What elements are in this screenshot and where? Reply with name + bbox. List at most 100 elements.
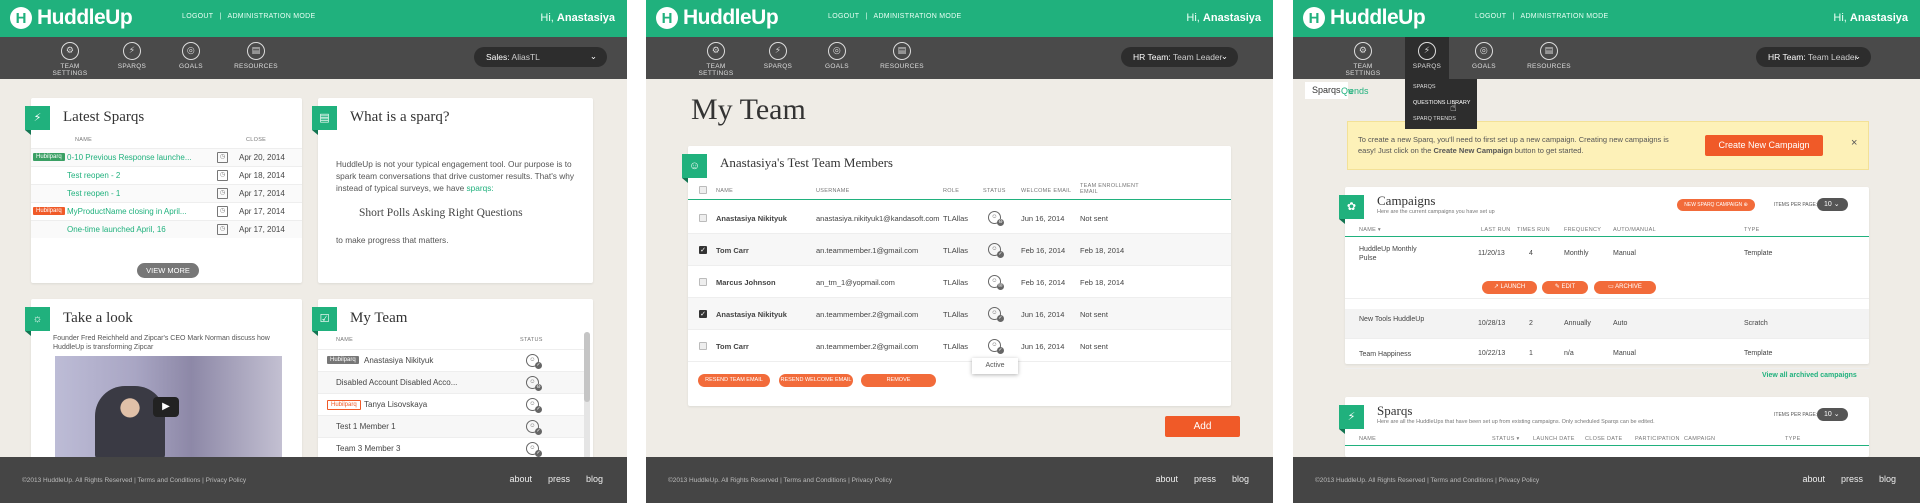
remove-button[interactable]: REMOVE <box>861 374 936 387</box>
menu-item-sparqs[interactable]: SPARQS <box>1413 84 1436 90</box>
table-row[interactable]: ✓ Anastasiya Nikityuk an.teammember.2@gmai… <box>688 298 1231 330</box>
select-all-checkbox[interactable] <box>699 186 707 194</box>
edit-button[interactable]: ✎ EDIT <box>1542 281 1588 294</box>
sparq-name-link[interactable]: MyProductName closing in April... <box>67 207 187 216</box>
table-row[interactable]: Marcus Johnson an_tm_1@yopmail.com TLAllas… <box>688 266 1231 298</box>
view-archived-link[interactable]: View all archived campaigns <box>1762 372 1857 379</box>
row-checkbox[interactable] <box>699 214 707 222</box>
table-row[interactable]: Hubilparq 0-10 Previous Response launche.… <box>31 148 302 166</box>
user-status-icon[interactable]: ☺ ⊖ <box>988 211 1004 226</box>
play-icon[interactable]: ▶ <box>153 397 179 417</box>
nav-goals[interactable]: ◎ GOALS <box>822 37 852 79</box>
logout-link[interactable]: LOGOUT <box>182 13 213 20</box>
row-checkbox[interactable] <box>699 278 707 286</box>
logo[interactable]: H HuddleUp <box>10 6 133 30</box>
list-item[interactable]: Test 1 Member 1 ☺ ✓ <box>318 415 584 437</box>
resend-team-email-button[interactable]: RESEND TEAM EMAIL <box>698 374 770 387</box>
table-row[interactable]: Team Happiness 10/22/13 1 n/a Manual Template <box>1345 339 1869 369</box>
sparq-name-link[interactable]: 0-10 Previous Response launche... <box>67 153 192 162</box>
items-per-page-select[interactable]: 10 ⌄ <box>1817 198 1848 211</box>
items-per-page-select[interactable]: 10 ⌄ <box>1817 408 1848 421</box>
admin-mode-link[interactable]: ADMINISTRATION MODE <box>1520 13 1608 20</box>
row-checkbox[interactable]: ✓ <box>699 310 707 318</box>
table-row[interactable]: Tom Carr an.teammember.2@gmail.com TLAllas… <box>688 330 1231 362</box>
admin-mode-link[interactable]: ADMINISTRATION MODE <box>873 13 961 20</box>
campaign-name[interactable]: Team Happiness <box>1359 350 1429 359</box>
video-player[interactable]: ▶ <box>55 356 282 459</box>
table-row[interactable]: Test reopen - 1 ◷ Apr 17, 2014 <box>31 184 302 202</box>
sparqs-link[interactable]: sparqs: <box>467 183 494 193</box>
nav-resources[interactable]: ▤ RESOURCES <box>233 37 279 79</box>
press-link[interactable]: press <box>1841 474 1863 484</box>
welcome-email-date: Jun 16, 2014 <box>1021 342 1065 351</box>
sparq-name-link[interactable]: One-time launched April, 16 <box>67 225 166 234</box>
add-button[interactable]: Add <box>1165 416 1240 437</box>
nav-team-settings[interactable]: ⚙ TEAM SETTINGS <box>1337 37 1389 79</box>
logo[interactable]: H HuddleUp <box>1303 6 1426 30</box>
nav-sparqs[interactable]: ⚡ SPARQS <box>112 37 152 79</box>
card-title: Campaigns <box>1377 193 1436 208</box>
items-per-page-label: ITEMS PER PAGE: <box>1774 412 1818 418</box>
user-status-icon[interactable]: ☺ ✓ <box>988 243 1004 258</box>
menu-item-sparq-trends[interactable]: SPARQ TRENDS <box>1413 116 1456 122</box>
team-settings-icon: ⚙ <box>1354 42 1372 60</box>
table-row[interactable]: Anastasiya Nikityuk anastasiya.nikityuk1@… <box>688 202 1231 234</box>
blog-link[interactable]: blog <box>1232 474 1249 484</box>
list-item[interactable]: Hubilparq Tanya Lisovskaya ☺ ✓ <box>318 393 584 415</box>
campaign-name[interactable]: HuddleUp Monthly Pulse <box>1359 245 1429 263</box>
new-sparq-campaign-button[interactable]: NEW SPARQ CAMPAIGN ⊕ <box>1677 199 1755 211</box>
about-link[interactable]: about <box>1802 474 1825 484</box>
table-row[interactable]: Test reopen - 2 ◷ Apr 18, 2014 <box>31 166 302 184</box>
nav-resources[interactable]: ▤ RESOURCES <box>879 37 925 79</box>
resend-welcome-email-button[interactable]: RESEND WELCOME EMAIL <box>779 374 853 387</box>
nav-goals[interactable]: ◎ GOALS <box>1469 37 1499 79</box>
team-selector[interactable]: HR Team: Team Leader ⌄ <box>1756 47 1871 67</box>
close-icon[interactable]: × <box>1851 137 1857 149</box>
member-name: Anastasiya Nikityuk <box>716 214 787 223</box>
table-row[interactable]: One-time launched April, 16 ◷ Apr 17, 2014 <box>31 220 302 238</box>
nav-team-settings[interactable]: ⚙ TEAM SETTINGS <box>690 37 742 79</box>
user-status-icon[interactable]: ☺ ✉ <box>988 275 1004 290</box>
nav-goals[interactable]: ◎ GOALS <box>176 37 206 79</box>
launch-button[interactable]: ↗ LAUNCH <box>1482 281 1537 294</box>
list-item[interactable]: Hubilparq Anastasiya Nikityuk ☺ ✓ <box>318 349 584 371</box>
row-checkbox[interactable] <box>699 342 707 350</box>
blog-link[interactable]: blog <box>586 474 603 484</box>
about-link[interactable]: about <box>1155 474 1178 484</box>
nav-team-settings[interactable]: ⚙ TEAM SETTINGS <box>44 37 96 79</box>
team-selector[interactable]: HR Team: Team Leader ⌄ <box>1121 47 1238 67</box>
blog-link[interactable]: blog <box>1879 474 1896 484</box>
nav-sparqs[interactable]: ⚡ SPARQS <box>1405 37 1449 79</box>
menu-item-questions-library[interactable]: QUESTIONS LIBRARY <box>1413 100 1470 106</box>
campaign-name[interactable]: New Tools HuddleUp <box>1359 315 1429 324</box>
logout-link[interactable]: LOGOUT <box>1475 13 1506 20</box>
table-row[interactable]: New Tools HuddleUp 10/28/13 2 Annually Auto S… <box>1345 309 1869 339</box>
table-row[interactable]: ✓ Tom Carr an.teammember.1@gmail.com TLAlla… <box>688 234 1231 266</box>
sparq-name-link[interactable]: Test reopen - 2 <box>67 171 120 180</box>
team-selector[interactable]: Sales: AliasTL ⌄ <box>474 47 607 67</box>
logout-link[interactable]: LOGOUT <box>828 13 859 20</box>
user-status-icon[interactable]: ☺ ✓ <box>988 307 1004 322</box>
admin-mode-link[interactable]: ADMINISTRATION MODE <box>227 13 315 20</box>
tab-questions[interactable]: Qu <box>1341 86 1353 96</box>
nav-resources[interactable]: ▤ RESOURCES <box>1526 37 1572 79</box>
create-new-campaign-button[interactable]: Create New Campaign <box>1705 135 1823 156</box>
scrollbar[interactable] <box>584 332 590 459</box>
sparq-name-link[interactable]: Test reopen - 1 <box>67 189 120 198</box>
row-checkbox[interactable]: ✓ <box>699 246 707 254</box>
view-more-button[interactable]: VIEW MORE <box>137 263 199 278</box>
list-item[interactable]: Team 3 Member 3 ☺ ✓ <box>318 437 584 459</box>
logo[interactable]: H HuddleUp <box>656 6 779 30</box>
archive-button[interactable]: ▭ ARCHIVE <box>1594 281 1656 294</box>
user-status-icon[interactable]: ☺ ✓ <box>988 339 1004 354</box>
nav-sparqs[interactable]: ⚡ SPARQS <box>758 37 798 79</box>
campaign-type: Scratch <box>1744 320 1768 327</box>
about-link[interactable]: about <box>509 474 532 484</box>
logo-mark: H <box>656 7 678 29</box>
team-members-card: ☺ Anastasiya's Test Team Members NAME US… <box>682 146 1231 406</box>
list-item[interactable]: Disabled Account Disabled Acco... ☺ ⊖ <box>318 371 584 393</box>
press-link[interactable]: press <box>548 474 570 484</box>
table-row[interactable]: Hubilparq MyProductName closing in April.… <box>31 202 302 220</box>
video-description: Founder Fred Reichheld and Zipcar's CEO … <box>53 335 270 351</box>
press-link[interactable]: press <box>1194 474 1216 484</box>
